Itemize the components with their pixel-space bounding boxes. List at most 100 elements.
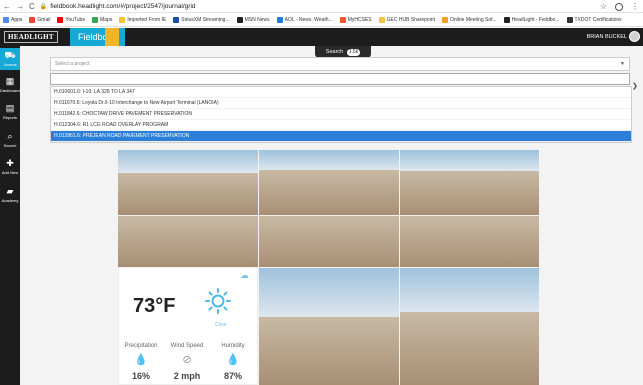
dropdown-arrow-icon[interactable]: ▼ [620, 58, 625, 70]
journal-photo[interactable] [259, 268, 399, 385]
bookmark-item[interactable]: MyHCSES [339, 16, 372, 23]
project-select[interactable]: Select a project ▼ [50, 57, 630, 71]
photo-sky [259, 268, 399, 318]
project-option[interactable]: H.012861.6: PREJEAN ROAD PAVEMENT PRESER… [51, 131, 631, 142]
humidity-stat: Humidity 💧 87% [213, 343, 253, 381]
sidebar-item-search[interactable]: ⌕ Search [0, 131, 20, 148]
bookmark-item[interactable]: Online Meeting Sof... [441, 16, 497, 23]
bookmark-label: MyHCSES [347, 16, 372, 23]
wind-value: 2 mph [173, 371, 201, 381]
bookmark-icon [92, 16, 99, 23]
reload-icon[interactable]: C [29, 0, 35, 13]
project-select-placeholder: Select a project [55, 61, 90, 67]
browser-toolbar: ← → C 🔒 fieldbook.headlight.com/#/projec… [0, 0, 643, 13]
bookmark-item[interactable]: Maps [92, 16, 113, 23]
journal-photo[interactable] [400, 268, 539, 385]
bookmark-item[interactable]: SiriusXM Streaming... [173, 16, 230, 23]
bookmark-item[interactable]: Imported From IE [119, 16, 167, 23]
project-options-list: H.010601.6: I-10: LA 328 TO LA 347 H.0116… [50, 86, 632, 143]
wind-label: Wind Speed [170, 343, 204, 349]
wind-gauge-icon: ⊘ [182, 354, 192, 366]
precipitation-label: Precipitation [124, 343, 158, 349]
journal-photo[interactable] [400, 216, 539, 267]
photo-sky [118, 150, 258, 173]
project-option[interactable]: H.011670.6: Loyola Dr./I-10 Interchange … [51, 98, 631, 109]
bookmark-label: Imported From IE [127, 16, 167, 23]
bookmark-label: Maps [100, 16, 113, 23]
lock-icon: 🔒 [39, 3, 48, 10]
bookmark-icon [276, 16, 283, 23]
humidity-label: Humidity [221, 343, 245, 349]
photo-sky [259, 150, 399, 170]
headlight-logo[interactable]: HEADLIGHT [4, 31, 58, 43]
menu-icon[interactable]: ⋮ [631, 2, 639, 11]
sidebar-item-academy[interactable]: ▰ Academy [0, 186, 20, 203]
browser-actions: ☆ ⋮ [600, 0, 639, 13]
bookmark-icon [339, 16, 346, 23]
bookmarks-bar: Apps Gmail YouTube Maps Imported From IE Siri… [0, 13, 643, 27]
humidity-drop-icon: 💧 [226, 354, 240, 366]
user-name[interactable]: BRIAN BUCKEL [587, 28, 627, 46]
bookmark-icon [119, 16, 126, 23]
sidebar-item-reports[interactable]: ▤ Reports [0, 103, 20, 120]
sidebar-icon: ⛟ [4, 50, 16, 60]
bookmark-item[interactable]: GEC HUB Sharepoint [378, 16, 435, 23]
precipitation-value: 16% [131, 371, 150, 381]
bookmark-label: Apps [11, 16, 23, 23]
profile-icon[interactable] [615, 2, 623, 11]
project-option[interactable]: H.010601.6: I-10: LA 328 TO LA 347 [51, 87, 631, 98]
bookmark-icon [3, 16, 9, 23]
bookmark-label: HeadLight - Fieldbo... [511, 16, 560, 23]
journal-photo[interactable] [259, 216, 399, 267]
journal-photo[interactable] [400, 150, 539, 215]
bookmark-icon [378, 16, 385, 23]
project-filter-input[interactable] [50, 73, 630, 85]
bookmark-item[interactable]: Gmail [29, 16, 50, 23]
journal-photo[interactable] [259, 150, 399, 215]
sidebar-item-journal[interactable]: ⛟ Journal [0, 48, 20, 70]
project-option[interactable]: H.012304.6: R1 LCG ROAD OVERLAY PROGRAM [51, 120, 631, 131]
journal-photo[interactable] [118, 150, 258, 215]
sidebar-icon: ▦ [5, 76, 15, 86]
bookmark-label: YouTube [65, 16, 86, 23]
wind-stat: Wind Speed ⊘ 2 mph [167, 343, 207, 381]
photo-roadway [400, 216, 539, 267]
photo-roadway [259, 317, 399, 385]
photo-sky [400, 268, 539, 313]
photo-roadway [400, 170, 539, 215]
bookmark-icon [503, 16, 510, 23]
bookmark-item[interactable]: TXDOT Certifications [566, 16, 622, 23]
journal-photo[interactable] [118, 216, 258, 267]
bookmark-item[interactable]: YouTube [57, 16, 86, 23]
bookmark-label: AOL - News, Weath... [284, 16, 333, 23]
star-icon[interactable]: ☆ [600, 2, 607, 11]
forward-icon[interactable]: → [16, 0, 24, 13]
project-option[interactable]: H.011842.6: CHOCTAW DRIVE PAVEMENT PRESE… [51, 109, 631, 120]
address-bar[interactable]: fieldbook.headlight.com/#/project/2547/j… [50, 3, 195, 10]
back-icon[interactable]: ← [3, 0, 11, 13]
search-label: Search [325, 49, 344, 55]
weather-card: ☁ 73°F Clear Precipitation 💧 16% Wind Sp… [118, 267, 258, 385]
bookmark-item[interactable]: HeadLight - Fieldbo... [503, 16, 560, 23]
side-panel-toggle-icon[interactable]: ❯ [632, 82, 638, 90]
sidebar-item-add-new[interactable]: ✚ Add New [0, 158, 20, 175]
bookmark-item[interactable]: MSN News [236, 16, 270, 23]
raindrop-icon: 💧 [134, 354, 148, 366]
bookmark-item[interactable]: Apps [3, 16, 23, 23]
sidebar-item-label: Dashboards [0, 88, 22, 93]
photo-roadway [259, 216, 399, 267]
avatar[interactable] [629, 31, 640, 42]
product-tag [105, 28, 119, 46]
bookmark-item[interactable]: AOL - News, Weath... [276, 16, 333, 23]
bookmark-icon [29, 16, 36, 23]
photo-roadway [400, 312, 539, 385]
app-header: HEADLIGHT Fieldbook BRIAN BUCKEL [0, 28, 643, 46]
photo-roadway [118, 172, 258, 215]
photo-roadway [259, 169, 399, 215]
sidebar-item-dashboards[interactable]: ▦ Dashboards [0, 76, 22, 93]
bookmark-label: SiriusXM Streaming... [181, 16, 230, 23]
sidebar-item-label: Reports [2, 115, 17, 120]
sidebar-item-label: Journal [3, 62, 17, 67]
sun-icon [205, 288, 231, 314]
bookmark-icon [173, 16, 180, 23]
